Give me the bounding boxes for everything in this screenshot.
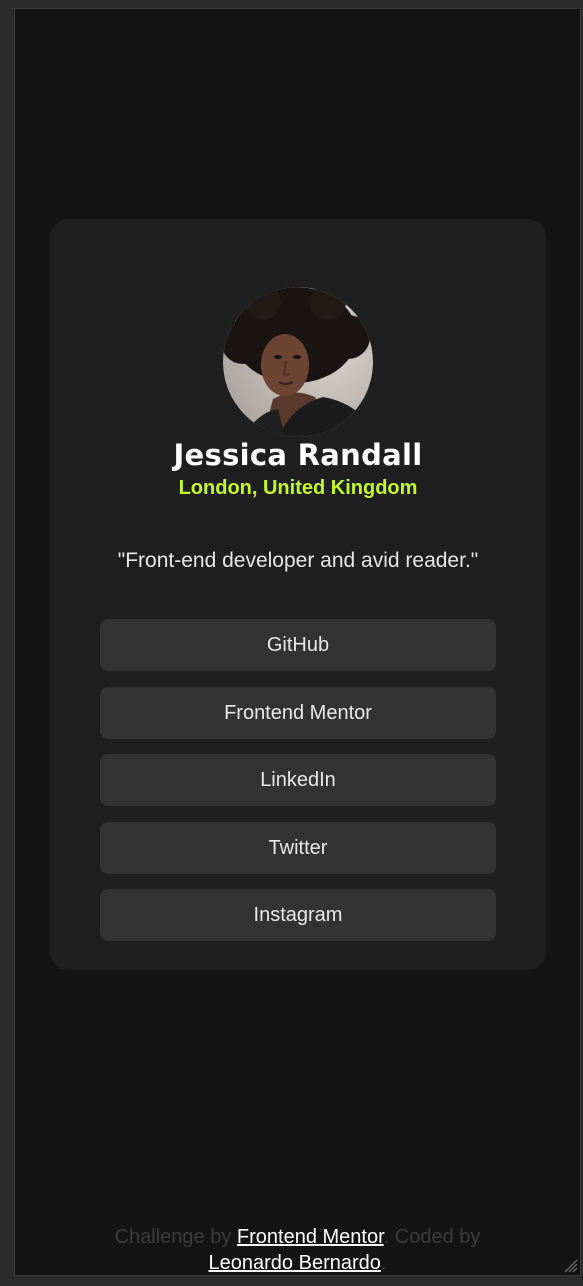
avatar <box>223 287 373 437</box>
link-button-github[interactable]: GitHub <box>100 619 496 671</box>
frontend-mentor-link[interactable]: Frontend Mentor <box>237 1226 384 1248</box>
link-button-instagram[interactable]: Instagram <box>100 889 496 941</box>
link-button-twitter[interactable]: Twitter <box>100 821 496 874</box>
avatar-photo <box>223 287 373 437</box>
resize-grip-icon[interactable] <box>562 1257 578 1273</box>
footer-prefix: Challenge by <box>114 1226 237 1248</box>
profile-bio: "Front-end developer and avid reader." <box>117 549 479 572</box>
attribution-footer: Challenge by Frontend Mentor. Coded by L… <box>15 1224 580 1275</box>
author-link[interactable]: Leonardo Bernardo <box>209 1252 381 1274</box>
footer-middle: . Coded by <box>383 1226 481 1248</box>
profile-location: London, United Kingdom <box>178 477 418 499</box>
link-button-linkedin[interactable]: LinkedIn <box>100 754 496 806</box>
footer-suffix: . <box>380 1252 387 1274</box>
profile-card: Jessica Randall London, United Kingdom "… <box>50 219 546 970</box>
page-frame: Jessica Randall London, United Kingdom "… <box>14 8 581 1276</box>
link-button-frontend-mentor[interactable]: Frontend Mentor <box>100 686 496 739</box>
social-links: GitHub Frontend Mentor LinkedIn Twitter … <box>100 619 496 957</box>
profile-name: Jessica Randall <box>173 438 423 472</box>
